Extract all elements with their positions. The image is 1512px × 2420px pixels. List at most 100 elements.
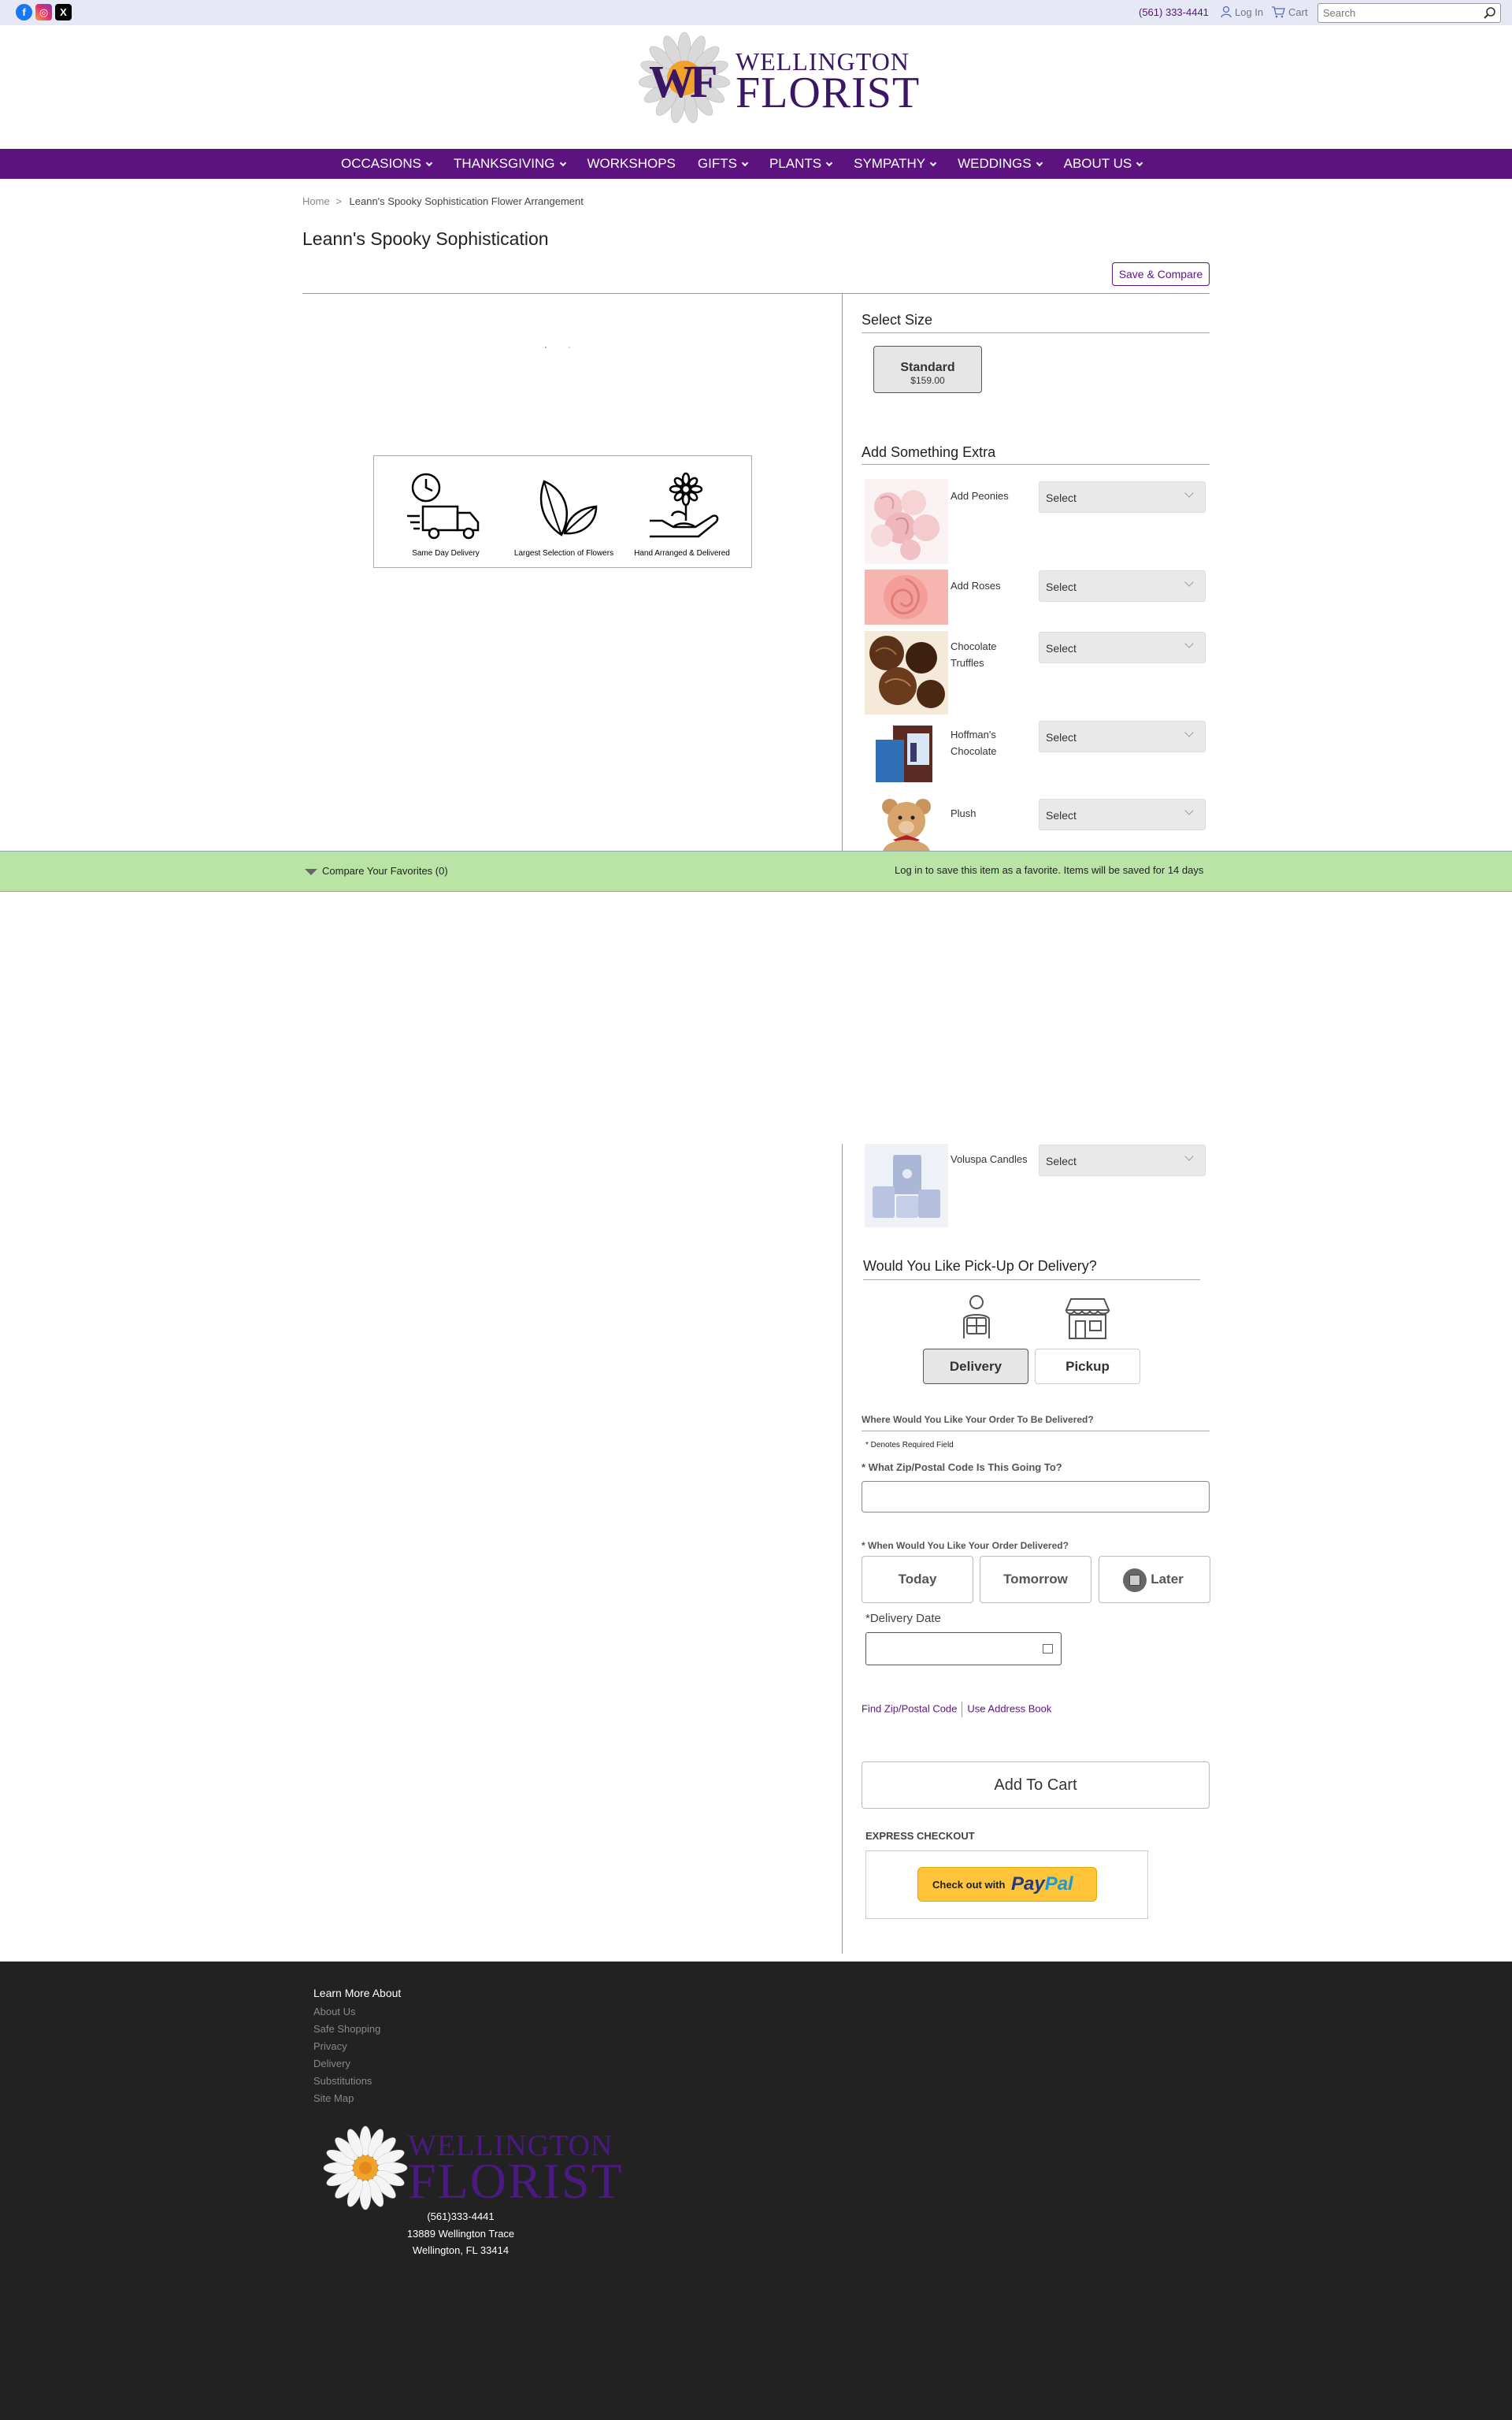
search-icon[interactable] — [1483, 6, 1497, 20]
nav-item-label: WEDDINGS — [958, 156, 1032, 171]
later-button[interactable]: Later — [1099, 1556, 1210, 1603]
column-divider — [842, 1144, 843, 1954]
calendar-icon — [1123, 1568, 1147, 1592]
address-book-link[interactable]: Use Address Book — [967, 1702, 1051, 1714]
zip-label: * What Zip/Postal Code Is This Going To? — [862, 1461, 1062, 1473]
delivery-date-input[interactable] — [865, 1632, 1062, 1665]
nav-item-plants[interactable]: PLANTS — [769, 149, 843, 179]
nav-item-label: WORKSHOPS — [587, 156, 676, 171]
nav-item-label: GIFTS — [697, 156, 737, 171]
calendar-icon[interactable] — [1043, 1644, 1053, 1654]
x-twitter-icon[interactable]: X — [55, 4, 72, 20]
hoffmans-chocolate-image — [865, 719, 948, 789]
paypal-checkout-button[interactable]: Check out with PayPal — [917, 1867, 1097, 1902]
product-image-loading — [545, 347, 570, 350]
select-value: Select — [1046, 809, 1077, 822]
footer-link-substitutions[interactable]: Substitutions — [313, 2075, 372, 2087]
compare-favorites-toggle[interactable]: Compare Your Favorites (0) — [322, 865, 448, 877]
feature-same-day: Same Day Delivery — [387, 472, 505, 558]
footer-link-safe-shopping[interactable]: Safe Shopping — [313, 2023, 380, 2035]
tomorrow-button[interactable]: Tomorrow — [980, 1556, 1091, 1603]
pickup-option-button[interactable]: Pickup — [1035, 1349, 1140, 1384]
site-footer: Learn More About About Us Safe Shopping … — [0, 1962, 1512, 2420]
addon-select-voluspa[interactable]: Select — [1039, 1145, 1206, 1176]
size-option-price: $159.00 — [910, 375, 945, 386]
express-checkout-box: Check out with PayPal — [865, 1850, 1148, 1919]
divider — [302, 293, 1210, 294]
column-divider — [842, 294, 843, 851]
addon-select-peonies[interactable]: Select — [1039, 481, 1206, 513]
chocolate-truffles-image — [865, 631, 948, 714]
addon-select-roses[interactable]: Select — [1039, 570, 1206, 602]
nav-item-label: SYMPATHY — [854, 156, 926, 171]
footer-logo: WELLINGTON FLORIST — [323, 2125, 622, 2214]
footer-link-delivery[interactable]: Delivery — [313, 2058, 350, 2069]
site-logo[interactable]: WF WELLINGTON FLORIST — [638, 32, 919, 124]
feature-badges: Same Day Delivery Largest Selection of F… — [373, 455, 752, 568]
storefront-icon — [1065, 1298, 1110, 1339]
favorites-login-note: Log in to save this item as a favorite. … — [895, 864, 1204, 876]
nav-items: OCCASIONS THANKSGIVING WORKSHOPS GIFTS PLANT… — [341, 149, 1164, 179]
nav-item-label: OCCASIONS — [341, 156, 422, 171]
express-checkout-label: EXPRESS CHECKOUT — [865, 1830, 975, 1842]
cart-link[interactable]: Cart — [1288, 6, 1308, 18]
logo-monogram: WF — [649, 56, 717, 107]
chevron-down-icon — [1136, 159, 1143, 167]
delivery-location-heading: Where Would You Like Your Order To Be De… — [862, 1414, 1094, 1425]
top-utility-bar: f ◎ X (561) 333-4441 Log In Cart — [0, 0, 1512, 25]
search-input[interactable] — [1318, 4, 1476, 22]
delivery-option-button[interactable]: Delivery — [923, 1349, 1028, 1384]
footer-address-line-1: 13889 Wellington Trace — [406, 2228, 515, 2240]
addon-label: Add Roses — [951, 580, 1001, 592]
leaf-icon — [539, 480, 598, 536]
chevron-down-icon — [1036, 159, 1043, 167]
today-button[interactable]: Today — [862, 1556, 973, 1603]
footer-phone[interactable]: (561)333-4441 — [394, 2210, 528, 2222]
nav-item-sympathy[interactable]: SYMPATHY — [854, 149, 947, 179]
header-phone-link[interactable]: (561) 333-4441 — [1139, 6, 1209, 18]
nav-item-label: PLANTS — [769, 156, 822, 171]
triangle-down-icon[interactable] — [305, 869, 317, 875]
footer-link-site-map[interactable]: Site Map — [313, 2092, 354, 2104]
footer-address-line-2: Wellington, FL 33414 — [412, 2244, 510, 2256]
chevron-down-icon — [1184, 1152, 1194, 1161]
find-zip-link[interactable]: Find Zip/Postal Code — [862, 1702, 957, 1714]
feature-caption: Hand Arranged & Delivered — [634, 549, 730, 558]
addon-select-hoffmans[interactable]: Select — [1039, 721, 1206, 752]
nav-item-occasions[interactable]: OCCASIONS — [341, 149, 443, 179]
main-nav: OCCASIONS THANKSGIVING WORKSHOPS GIFTS PLANT… — [0, 149, 1512, 179]
chevron-down-icon — [1184, 577, 1194, 587]
chevron-down-icon — [741, 159, 749, 167]
delivery-person-icon — [963, 1295, 990, 1338]
compare-favorites-bar: Compare Your Favorites (0) Log in to sav… — [0, 851, 1512, 892]
nav-item-thanksgiving[interactable]: THANKSGIVING — [454, 149, 576, 179]
facebook-icon[interactable]: f — [16, 4, 32, 20]
nav-item-weddings[interactable]: WEDDINGS — [958, 149, 1053, 179]
pickup-delivery-heading: Would You Like Pick-Up Or Delivery? — [863, 1258, 1097, 1274]
chevron-down-icon — [1184, 806, 1194, 815]
zip-code-input[interactable] — [862, 1481, 1210, 1512]
user-icon[interactable] — [1221, 6, 1232, 18]
login-link[interactable]: Log In — [1235, 6, 1263, 18]
size-option-standard[interactable]: Standard $159.00 — [873, 346, 982, 393]
nav-item-workshops[interactable]: WORKSHOPS — [587, 149, 687, 179]
add-to-cart-button[interactable]: Add To Cart — [862, 1761, 1210, 1809]
nav-item-gifts[interactable]: GIFTS — [698, 149, 758, 179]
peonies-image — [865, 479, 948, 564]
cart-icon[interactable] — [1271, 6, 1285, 18]
instagram-icon[interactable]: ◎ — [35, 4, 52, 20]
footer-link-privacy[interactable]: Privacy — [313, 2040, 347, 2052]
chevron-down-icon — [1184, 639, 1194, 648]
required-field-note: * Denotes Required Field — [865, 1441, 954, 1449]
footer-link-about[interactable]: About Us — [313, 2006, 355, 2017]
feature-selection: Largest Selection of Flowers — [505, 472, 623, 558]
addon-select-truffles[interactable]: Select — [1039, 632, 1206, 663]
select-value: Select — [1046, 1155, 1077, 1167]
feature-caption: Same Day Delivery — [412, 549, 480, 558]
breadcrumb-home[interactable]: Home — [302, 195, 330, 207]
save-compare-button[interactable]: Save & Compare — [1112, 262, 1210, 286]
addon-select-plush[interactable]: Select — [1039, 799, 1206, 830]
footer-logo-line-2: FLORIST — [408, 2153, 624, 2209]
plush-image — [865, 796, 948, 851]
nav-item-about-us[interactable]: ABOUT US — [1064, 149, 1154, 179]
